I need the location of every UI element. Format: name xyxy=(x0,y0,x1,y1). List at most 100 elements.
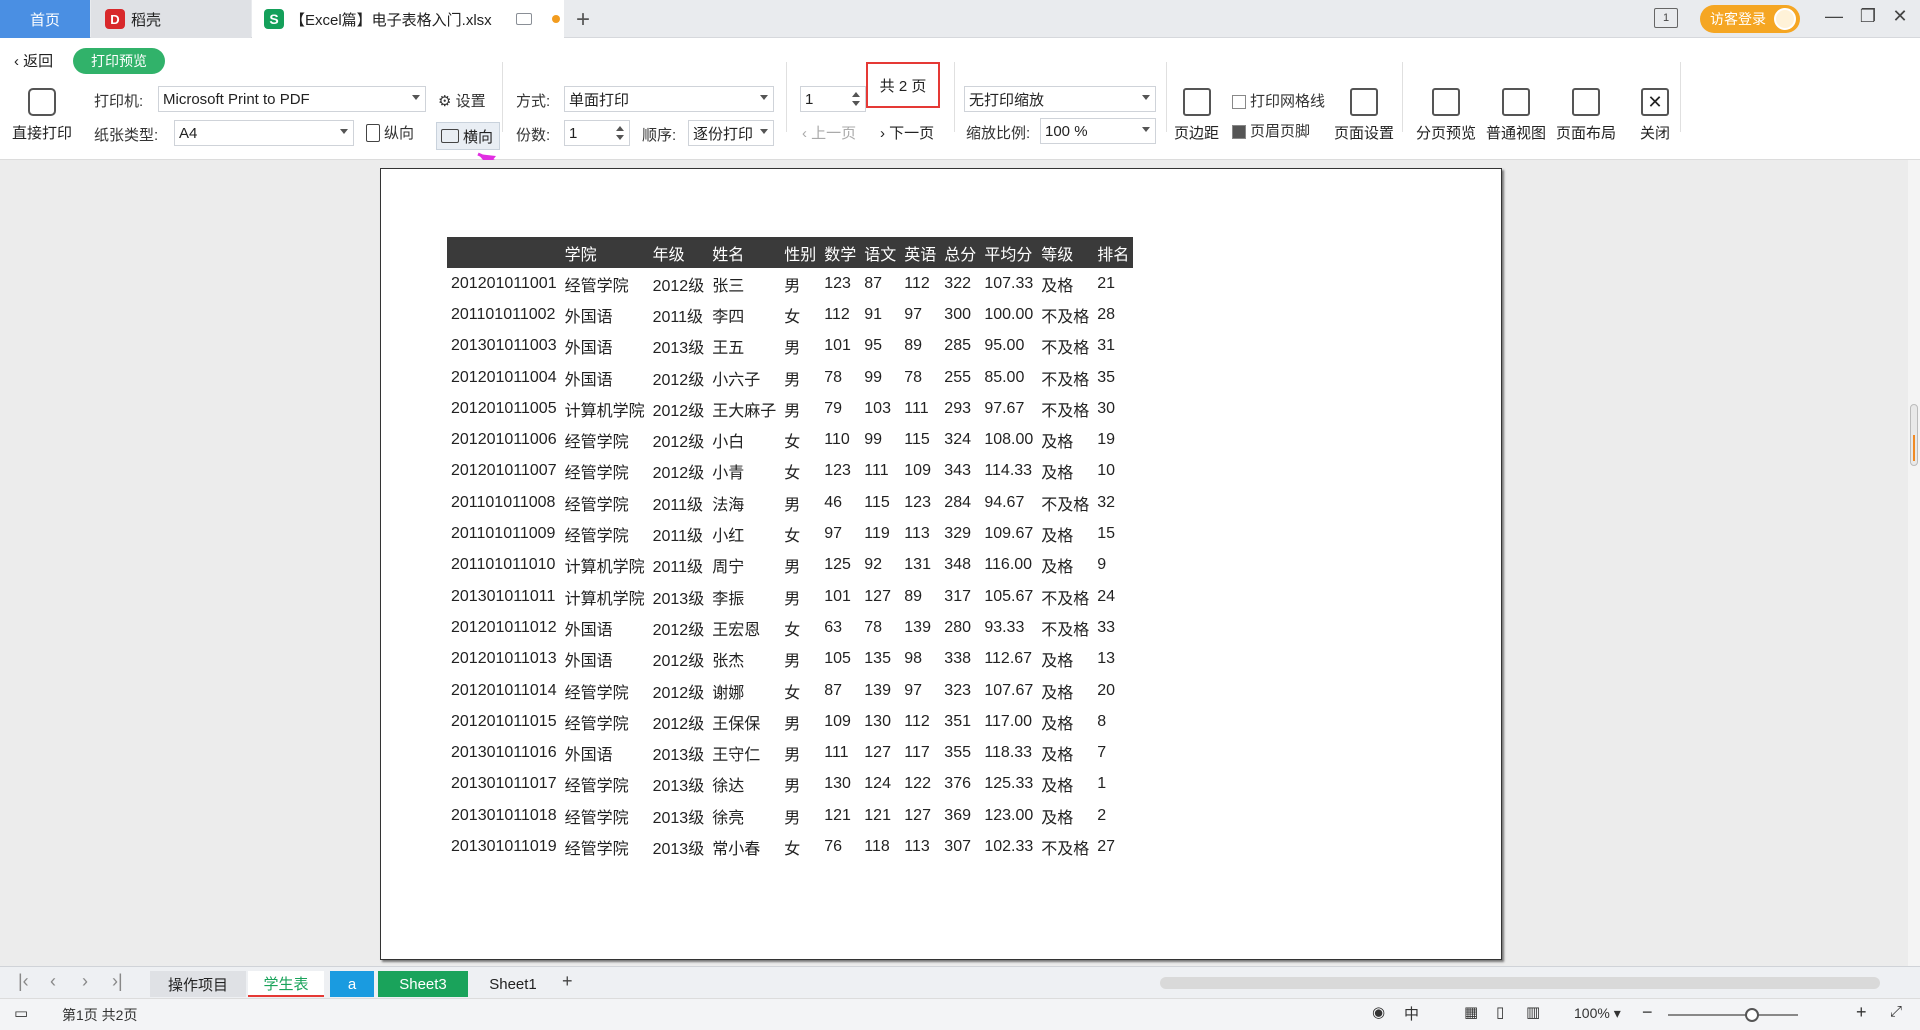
page-layout-label: 页面布局 xyxy=(1556,125,1617,142)
page-number-stepper[interactable]: 1 xyxy=(800,86,866,112)
scale-mode-select[interactable]: 无打印缩放 xyxy=(964,86,1156,112)
page-layout-icon[interactable]: ▯ xyxy=(1496,1003,1504,1021)
spin-down-icon[interactable] xyxy=(852,101,860,106)
guest-login-button[interactable]: 访客登录 xyxy=(1700,5,1800,33)
print-mode-select[interactable]: 单面打印 xyxy=(564,86,774,112)
table-cell: 201201011004 xyxy=(451,368,557,386)
table-cell: 常小春 xyxy=(712,840,761,858)
vertical-scrollbar[interactable] xyxy=(1908,160,1920,966)
monitor-status-icon[interactable]: ▭ xyxy=(14,1004,28,1022)
page-setup-button[interactable]: 页面设置 xyxy=(1334,88,1394,143)
table-cell: 及格 xyxy=(1041,684,1074,702)
zoom-select[interactable]: 100% ▾ xyxy=(1574,1005,1621,1022)
table-cell: 125.33 xyxy=(984,775,1034,793)
minimize-icon[interactable]: — xyxy=(1822,6,1846,27)
table-cell: 107.33 xyxy=(984,274,1034,292)
last-sheet-icon[interactable]: ›| xyxy=(112,971,123,992)
table-row: 201101011009 经管学院 2011级 小红 女 97 119 113 329 109.6… xyxy=(447,518,1133,549)
sheet-tab-4[interactable]: Sheet1 xyxy=(470,971,556,997)
page-break-icon[interactable]: ▥ xyxy=(1526,1003,1540,1021)
table-cell: 不及格 xyxy=(1041,340,1090,358)
table-cell: 2011级 xyxy=(652,559,704,577)
first-sheet-icon[interactable]: |‹ xyxy=(18,971,29,992)
paper-type-select[interactable]: A4 xyxy=(174,120,354,146)
direct-print-button[interactable]: 直接打印 xyxy=(12,88,72,143)
landscape-button[interactable]: 横向 xyxy=(436,122,500,150)
table-row: 201201011001 经管学院 2012级 张三 男 123 87 112 322 107.3… xyxy=(447,268,1133,299)
table-cell: 323 xyxy=(944,681,971,699)
order-select[interactable]: 逐份打印 xyxy=(688,120,774,146)
zoom-in-icon[interactable]: + xyxy=(1856,1002,1867,1023)
table-cell: 112 xyxy=(904,712,930,730)
normal-view-icon[interactable]: ▦ xyxy=(1464,1003,1478,1021)
table-cell: 2012级 xyxy=(652,402,705,420)
table-cell: 徐达 xyxy=(712,778,745,796)
sheet-tab-1[interactable]: 学生表 xyxy=(248,971,324,997)
eye-icon[interactable]: ◉ xyxy=(1372,1003,1385,1021)
new-tab-plus-icon[interactable]: + xyxy=(576,6,590,34)
prev-sheet-icon[interactable]: ‹ xyxy=(50,971,56,992)
next-sheet-icon[interactable]: › xyxy=(82,971,88,992)
zoom-slider[interactable] xyxy=(1668,1014,1798,1016)
portrait-button[interactable]: 纵向 xyxy=(366,122,414,143)
table-cell: 139 xyxy=(864,681,891,699)
tab-file-label: 【Excel篇】电子表格入门.xlsx xyxy=(290,11,492,29)
chevron-down-icon xyxy=(760,95,768,100)
page-break-preview-button[interactable]: 分页预览 xyxy=(1416,88,1476,143)
scale-select[interactable]: 100 % xyxy=(1040,118,1156,144)
table-cell: 李振 xyxy=(712,590,745,608)
horizontal-scrollbar[interactable] xyxy=(1160,977,1880,989)
margins-button[interactable]: 页边距 xyxy=(1174,88,1219,143)
table-cell: 348 xyxy=(944,556,971,574)
restore-icon[interactable]: ❐ xyxy=(1856,6,1880,27)
printer-icon xyxy=(28,88,56,116)
table-cell: 外国语 xyxy=(564,371,613,389)
spin-down-icon[interactable] xyxy=(616,135,624,140)
sheet-tab-2[interactable]: a xyxy=(330,971,374,997)
zoom-out-icon[interactable]: − xyxy=(1642,1002,1653,1023)
paper-type-label: 纸张类型: xyxy=(94,127,159,144)
table-cell: 不及格 xyxy=(1041,308,1090,326)
table-cell: 男 xyxy=(784,653,801,671)
close-preview-button[interactable]: ✕ 关闭 xyxy=(1640,88,1670,143)
monitor-icon[interactable] xyxy=(515,13,532,25)
table-cell: 118 xyxy=(864,837,890,855)
next-page-button[interactable]: › 下一页 xyxy=(880,122,934,143)
sheet-tab-3[interactable]: Sheet3 xyxy=(378,971,468,997)
status-bar: ▭ 第1页 共2页 ◉ 中 ▦ ▯ ▥ 100% ▾ − + ⤢ xyxy=(0,998,1920,1030)
page-layout-button[interactable]: 页面布局 xyxy=(1556,88,1616,143)
spin-up-icon[interactable] xyxy=(616,126,624,131)
zoom-slider-handle[interactable] xyxy=(1745,1008,1759,1022)
table-cell: 2012级 xyxy=(652,434,705,452)
spin-up-icon[interactable] xyxy=(852,92,860,97)
normal-view-button[interactable]: 普通视图 xyxy=(1486,88,1546,143)
table-cell: 2013级 xyxy=(652,590,705,608)
close-window-icon[interactable]: ✕ xyxy=(1888,6,1912,27)
table-cell: 计算机学院 xyxy=(564,559,645,577)
tab-daoke[interactable]: D 稻壳 xyxy=(91,0,251,38)
scrollbar-thumb[interactable] xyxy=(1910,404,1918,466)
close-label: 关闭 xyxy=(1640,125,1671,142)
landscape-label: 横向 xyxy=(463,128,494,146)
print-mode-label: 方式: xyxy=(516,93,551,110)
header-footer-label: 页眉页脚 xyxy=(1250,123,1311,140)
sheet-tab-0[interactable]: 操作项目 xyxy=(150,971,246,997)
printer-select[interactable]: Microsoft Print to PDF xyxy=(158,86,426,112)
table-cell: 79 xyxy=(824,399,843,417)
sheet-tab-label: Sheet1 xyxy=(489,975,537,993)
window-count-icon[interactable]: 1 xyxy=(1654,8,1678,28)
tab-file[interactable]: S 【Excel篇】电子表格入门.xlsx xyxy=(252,0,564,38)
gridlines-checkbox[interactable]: 打印网格线 xyxy=(1232,90,1325,111)
settings-button[interactable]: ⚙ 设置 xyxy=(438,90,486,111)
back-button[interactable]: ‹ 返回 xyxy=(14,50,53,71)
copies-stepper[interactable]: 1 xyxy=(564,120,630,146)
table-cell: 201101011008 xyxy=(451,493,556,511)
tab-home[interactable]: 首页 xyxy=(0,0,90,38)
header-footer-button[interactable]: 页眉页脚 xyxy=(1232,120,1310,141)
add-sheet-icon[interactable]: + xyxy=(562,971,573,992)
table-cell: 94.67 xyxy=(984,493,1025,511)
prev-page-button[interactable]: ‹ 上一页 xyxy=(802,122,856,143)
table-row: 201201011006 经管学院 2012级 小白 女 110 99 115 324 108.0… xyxy=(447,424,1133,455)
language-icon[interactable]: 中 xyxy=(1404,1003,1419,1024)
fullscreen-icon[interactable]: ⤢ xyxy=(1890,1003,1902,1020)
